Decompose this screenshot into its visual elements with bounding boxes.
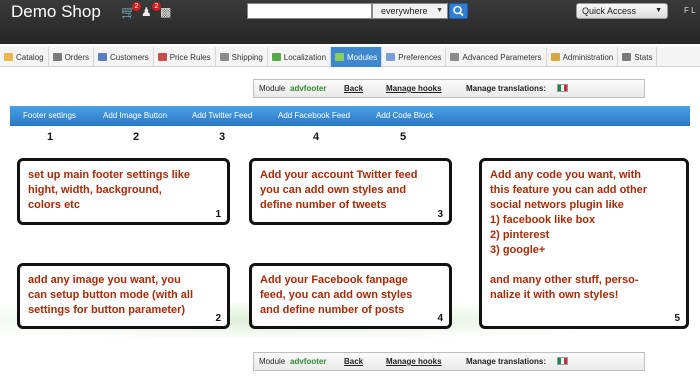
preferences-icon [386, 53, 396, 61]
tab-label: Stats [634, 52, 653, 62]
callout-number: 2 [215, 313, 221, 324]
tab-label: Localization [283, 52, 327, 62]
it-flag-icon[interactable] [557, 357, 568, 365]
tab-modules[interactable]: Modules [331, 47, 383, 67]
tab-administration[interactable]: Administration [547, 47, 619, 67]
tab-shipping[interactable]: Shipping [216, 47, 268, 67]
top-header: Demo Shop 🛒 2 ♟ 2 ▩ everywhere ▼ Quick A… [0, 0, 700, 44]
tab-preferences[interactable]: Preferences [382, 47, 447, 67]
cart-icon[interactable]: 🛒 2 [121, 2, 141, 18]
search-icon [453, 5, 464, 17]
tab-label: Modules [347, 52, 378, 62]
manage-translations-label: Manage translations: [466, 357, 547, 366]
folder-icon [4, 53, 13, 61]
manage-hooks-link[interactable]: Manage hooks [386, 353, 442, 370]
tab-catalog[interactable]: Catalog [0, 47, 49, 67]
tab-stats[interactable]: Stats [618, 47, 658, 67]
tab-label: Preferences [398, 52, 442, 62]
manage-hooks-link[interactable]: Manage hooks [386, 80, 442, 97]
chevron-down-icon: ▼ [436, 7, 443, 14]
tab-advanced-parameters[interactable]: Advanced Parameters [446, 47, 547, 67]
tab-label: Catalog [16, 52, 44, 62]
callout-box-twitter-feed: Add your account Twitter feed you can ad… [249, 158, 452, 225]
main-tabs: Catalog Orders Customers Price Rules Shippin… [0, 47, 700, 67]
search-button[interactable] [449, 3, 468, 19]
wrench-icon [450, 53, 460, 61]
chevron-down-icon: ▼ [655, 7, 662, 14]
step-number: 1 [47, 131, 54, 143]
cart-badge: 2 [132, 2, 141, 11]
tab-orders[interactable]: Orders [49, 47, 95, 67]
price-icon [157, 53, 167, 61]
cart-icon [52, 53, 62, 61]
tab-add-facebook-feed[interactable]: Add Facebook Feed [278, 106, 350, 126]
callout-text: Add your Facebook fanpage feed, you can … [260, 274, 413, 316]
module-label: Module [259, 357, 286, 366]
back-link[interactable]: Back [344, 80, 363, 97]
search-input[interactable] [247, 3, 372, 19]
module-label: Module [259, 84, 286, 93]
callout-text: Add any code you want, with this feature… [490, 169, 648, 301]
tab-add-image-button[interactable]: Add Image Button [103, 106, 167, 126]
user-name[interactable]: F L [684, 6, 696, 15]
tab-price-rules[interactable]: Price Rules [154, 47, 216, 67]
callout-number: 1 [215, 209, 221, 220]
callout-box-footer-settings: set up main footer settings like hight, … [17, 158, 230, 225]
truck-icon [219, 53, 229, 61]
callout-text: add any image you want, you can setup bu… [28, 274, 193, 316]
tab-label: Advanced Parameters [462, 52, 542, 62]
callout-number: 5 [674, 313, 680, 324]
callout-box-image-button: add any image you want, you can setup bu… [17, 263, 230, 329]
callout-number: 4 [437, 313, 443, 324]
search-scope-value: everywhere [381, 6, 428, 16]
quick-access-label: Quick Access [582, 6, 637, 16]
tab-label: Administration [562, 52, 614, 62]
callout-number: 3 [437, 209, 443, 220]
callout-text: set up main footer settings like hight, … [28, 169, 190, 211]
tab-label: Orders [64, 52, 90, 62]
stats-icon [622, 53, 632, 61]
back-link[interactable]: Back [344, 353, 363, 370]
module-toolbar-top: Module advfooter Back Manage hooks Manag… [253, 79, 645, 98]
module-name: advfooter [290, 357, 327, 366]
tab-footer-settings[interactable]: Footer settings [23, 106, 76, 126]
tab-add-twitter-feed[interactable]: Add Twitter Feed [192, 106, 252, 126]
it-flag-icon[interactable] [557, 84, 568, 92]
step-number: 3 [219, 131, 226, 143]
callout-text: Add your account Twitter feed you can ad… [260, 169, 418, 211]
tab-label: Customers [110, 52, 149, 62]
tab-add-code-block[interactable]: Add Code Block [376, 106, 433, 126]
tab-localization[interactable]: Localization [268, 47, 332, 67]
customers-icon[interactable]: ♟ 2 [141, 2, 161, 18]
step-number: 5 [400, 131, 407, 143]
key-icon [550, 53, 560, 61]
search-scope-select[interactable]: everywhere ▼ [372, 3, 448, 19]
callout-box-code-block: Add any code you want, with this feature… [479, 158, 689, 329]
quick-access-select[interactable]: Quick Access ▼ [576, 3, 668, 19]
shop-title[interactable]: Demo Shop [11, 2, 101, 22]
puzzle-icon [335, 53, 345, 61]
customers-icon [98, 53, 108, 61]
callout-box-facebook-feed: Add your Facebook fanpage feed, you can … [249, 263, 452, 329]
step-number: 2 [133, 131, 140, 143]
messages-icon[interactable]: ▩ [160, 6, 174, 18]
manage-translations-label: Manage translations: [466, 84, 547, 93]
tab-customers[interactable]: Customers [94, 47, 154, 67]
tab-label: Shipping [231, 52, 263, 62]
module-tabs-bar: Footer settings Add Image Button Add Twi… [10, 106, 690, 126]
step-number: 4 [313, 131, 320, 143]
globe-icon [271, 53, 281, 61]
tab-label: Price Rules [169, 52, 211, 62]
module-name: advfooter [290, 84, 327, 93]
module-toolbar-bottom: Module advfooter Back Manage hooks Manag… [253, 352, 645, 371]
